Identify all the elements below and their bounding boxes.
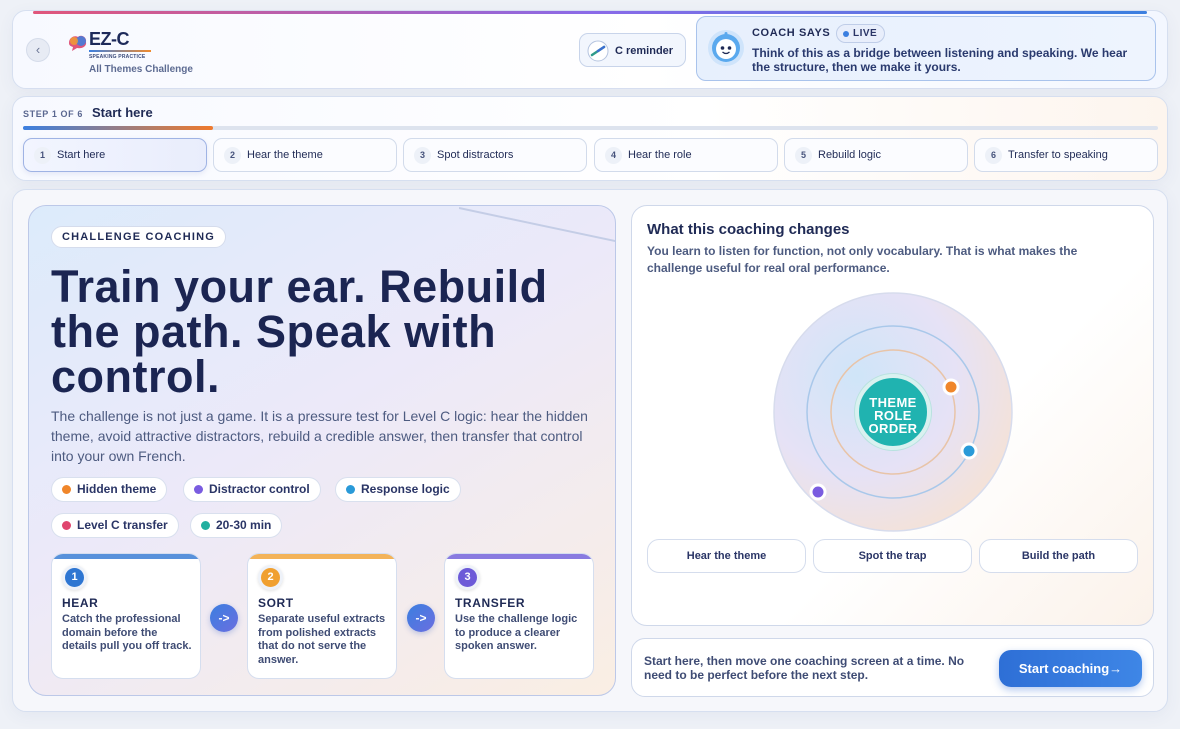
next-arrow-icon: -> [210, 604, 238, 632]
chip-dot-icon [194, 485, 203, 494]
process-title: TRANSFER [455, 596, 526, 610]
step-progress-fill [23, 126, 213, 130]
step-progress-bar [23, 126, 1158, 130]
process-text: Separate useful extracts from polished e… [258, 613, 386, 666]
process-card-accent [445, 554, 593, 559]
process-title: SORT [258, 596, 294, 610]
chip-dot-icon [346, 485, 355, 494]
skill-chip: 20-30 min [190, 513, 283, 538]
brand-underline [89, 50, 151, 52]
start-coaching-hint: Start here, then move one coaching scree… [644, 654, 965, 682]
process-card-accent [52, 554, 200, 559]
coaching-changes-panel: What this coaching changes You learn to … [631, 205, 1154, 626]
process-title: HEAR [62, 596, 99, 610]
back-button[interactable]: ‹ [26, 38, 50, 62]
current-step-title: Start here [92, 105, 153, 120]
step-tab-5[interactable]: 5 Rebuild logic [784, 138, 968, 172]
compass-icon [587, 40, 609, 62]
process-number-badge: 3 [455, 565, 480, 590]
header-accent-bar [33, 11, 1147, 14]
brand-tagline: All Themes Challenge [89, 64, 193, 75]
step-label: Start here [57, 149, 106, 161]
start-coaching-button[interactable]: Start coaching→ [999, 650, 1142, 687]
step-number: 5 [795, 147, 812, 164]
coach-says-panel: COACH SAYS LIVE Think of this as a bridg… [696, 16, 1156, 81]
hero-title: Train your ear. Rebuild the path. Speak … [51, 261, 548, 402]
changes-title: What this coaching changes [647, 221, 850, 238]
step-tab-4[interactable]: 4 Hear the role [594, 138, 778, 172]
skill-chip: Level C transfer [51, 513, 179, 538]
changes-description: You learn to listen for function, not on… [647, 244, 1078, 275]
live-label: LIVE [853, 28, 878, 39]
process-number-badge: 1 [62, 565, 87, 590]
chip-label: Distractor control [209, 482, 310, 496]
step-label: Rebuild logic [818, 149, 881, 161]
step-label: Transfer to speaking [1008, 149, 1108, 161]
step-tab-3[interactable]: 3 Spot distractors [403, 138, 587, 172]
step-label: Hear the role [628, 149, 692, 161]
skill-chip: Distractor control [183, 477, 321, 502]
chip-label: Level C transfer [77, 518, 168, 532]
coaching-pill[interactable]: Hear the theme [647, 539, 806, 573]
orbit-dot-orange [942, 378, 960, 396]
process-card-transfer: 3 TRANSFER Use the challenge logic to prod… [444, 553, 594, 679]
robot-coach-avatar-icon [708, 30, 744, 66]
next-arrow-icon: -> [407, 604, 435, 632]
step-number: 1 [34, 147, 51, 164]
decorative-line [459, 207, 615, 243]
coach-message: Think of this as a bridge between listen… [752, 46, 1128, 74]
process-text: Use the challenge logic to produce a cle… [455, 613, 578, 652]
hero-description: The challenge is not just a game. It is … [51, 408, 588, 464]
hero-panel: CHALLENGE COACHING Train your ear. Rebui… [28, 205, 616, 696]
coach-says-title: COACH SAYS [752, 27, 831, 39]
process-number: 3 [458, 568, 477, 587]
step-number: 3 [414, 147, 431, 164]
challenge-coaching-badge: CHALLENGE COACHING [51, 226, 226, 248]
brand-name: EZ-C [89, 29, 130, 49]
orbit-center-words: THEME ROLE ORDER [859, 396, 927, 435]
chevron-left-icon: ‹ [35, 42, 41, 57]
c-reminder-label: C reminder [615, 45, 674, 57]
skill-chip: Response logic [335, 477, 461, 502]
coaching-pill[interactable]: Build the path [979, 539, 1138, 573]
main-content: CHALLENGE COACHING Train your ear. Rebui… [12, 189, 1168, 712]
app-header: ‹ EZ-C SPEAKING PRACTICE All Themes Chal… [12, 10, 1168, 89]
center-word: ORDER [868, 421, 918, 436]
chip-label: Response logic [361, 482, 450, 496]
orbit-dot-blue [960, 442, 978, 460]
skill-chip: Hidden theme [51, 477, 168, 502]
start-coaching-bar: Start here, then move one coaching scree… [631, 638, 1154, 697]
process-text: Catch the professional domain before the… [62, 613, 192, 652]
chip-dot-icon [62, 485, 71, 494]
brand-subtitle: SPEAKING PRACTICE [89, 54, 146, 60]
process-number: 2 [261, 568, 280, 587]
process-card-accent [248, 554, 396, 559]
step-navigator: STEP 1 OF 6 Start here 1 Start here 2 Hear … [12, 96, 1168, 181]
speech-bubble-logo-icon [69, 35, 87, 51]
coaching-pill[interactable]: Spot the trap [813, 539, 972, 573]
process-card-hear: 1 HEAR Catch the professional domain befor… [51, 553, 201, 679]
c-reminder-button[interactable]: C reminder [579, 33, 686, 67]
orbit-dot-purple [809, 483, 827, 501]
process-number: 1 [65, 568, 84, 587]
chip-dot-icon [62, 521, 71, 530]
step-label: Hear the theme [247, 149, 323, 161]
chip-label: 20-30 min [216, 518, 272, 532]
step-tab-1[interactable]: 1 Start here [23, 138, 207, 172]
step-number: 4 [605, 147, 622, 164]
step-tab-6[interactable]: 6 Transfer to speaking [974, 138, 1158, 172]
live-dot-icon [843, 31, 849, 37]
process-number-badge: 2 [258, 565, 283, 590]
chip-label: Hidden theme [77, 482, 157, 496]
step-tab-2[interactable]: 2 Hear the theme [213, 138, 397, 172]
process-card-sort: 2 SORT Separate useful extracts from polis… [247, 553, 397, 679]
chip-dot-icon [201, 521, 210, 530]
live-badge: LIVE [836, 24, 886, 43]
step-number: 2 [224, 147, 241, 164]
orbit-center-core: THEME ROLE ORDER [855, 374, 931, 450]
step-number: 6 [985, 147, 1002, 164]
step-counter: STEP 1 OF 6 [23, 109, 83, 119]
step-label: Spot distractors [437, 149, 514, 161]
